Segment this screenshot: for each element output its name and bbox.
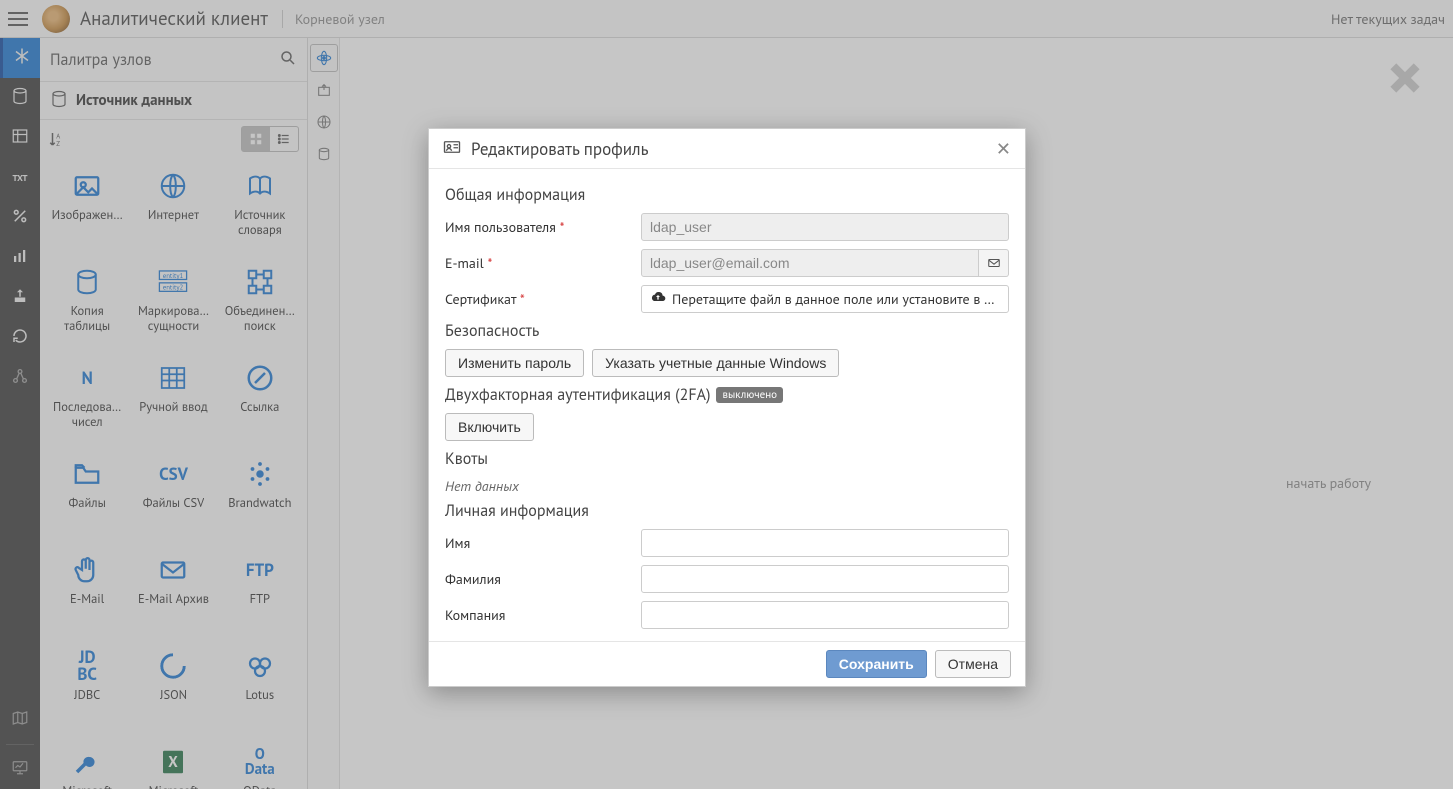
section-personal: Личная информация (445, 501, 1009, 521)
label-company: Компания (445, 606, 631, 624)
input-firstname[interactable] (641, 529, 1009, 557)
cloud-upload-icon (650, 289, 666, 309)
section-quotas: Квоты (445, 449, 1009, 469)
input-lastname[interactable] (641, 565, 1009, 593)
save-button[interactable]: Сохранить (826, 650, 927, 678)
twofa-status-badge: выключено (716, 387, 783, 403)
change-password-button[interactable]: Изменить пароль (445, 349, 584, 377)
dialog-title: Редактировать профиль (471, 138, 648, 160)
label-lastname: Фамилия (445, 570, 631, 588)
windows-creds-button[interactable]: Указать учетные данные Windows (592, 349, 839, 377)
label-email: E-mail (445, 254, 484, 272)
dropzone-text: Перетащите файл в данное поле или устано… (672, 290, 995, 308)
certificate-dropzone[interactable]: Перетащите файл в данное поле или устано… (641, 285, 1009, 313)
dialog-close-button[interactable]: ✕ (996, 140, 1011, 158)
input-company[interactable] (641, 601, 1009, 629)
quotas-empty-text: Нет данных (445, 477, 1009, 495)
cancel-button[interactable]: Отмена (935, 650, 1011, 678)
label-certificate: Сертификат (445, 290, 516, 308)
section-general: Общая информация (445, 185, 1009, 205)
email-addon-icon[interactable] (979, 249, 1009, 277)
label-username: Имя пользователя (445, 218, 556, 236)
input-username (641, 213, 1009, 241)
enable-2fa-button[interactable]: Включить (445, 413, 534, 441)
edit-profile-dialog: Редактировать профиль ✕ Общая информация… (428, 128, 1026, 687)
profile-card-icon (443, 138, 461, 160)
section-security: Безопасность (445, 321, 1009, 341)
input-email (641, 249, 979, 277)
twofa-label: Двухфакторная аутентификация (2FA) (445, 385, 710, 405)
label-firstname: Имя (445, 534, 631, 552)
